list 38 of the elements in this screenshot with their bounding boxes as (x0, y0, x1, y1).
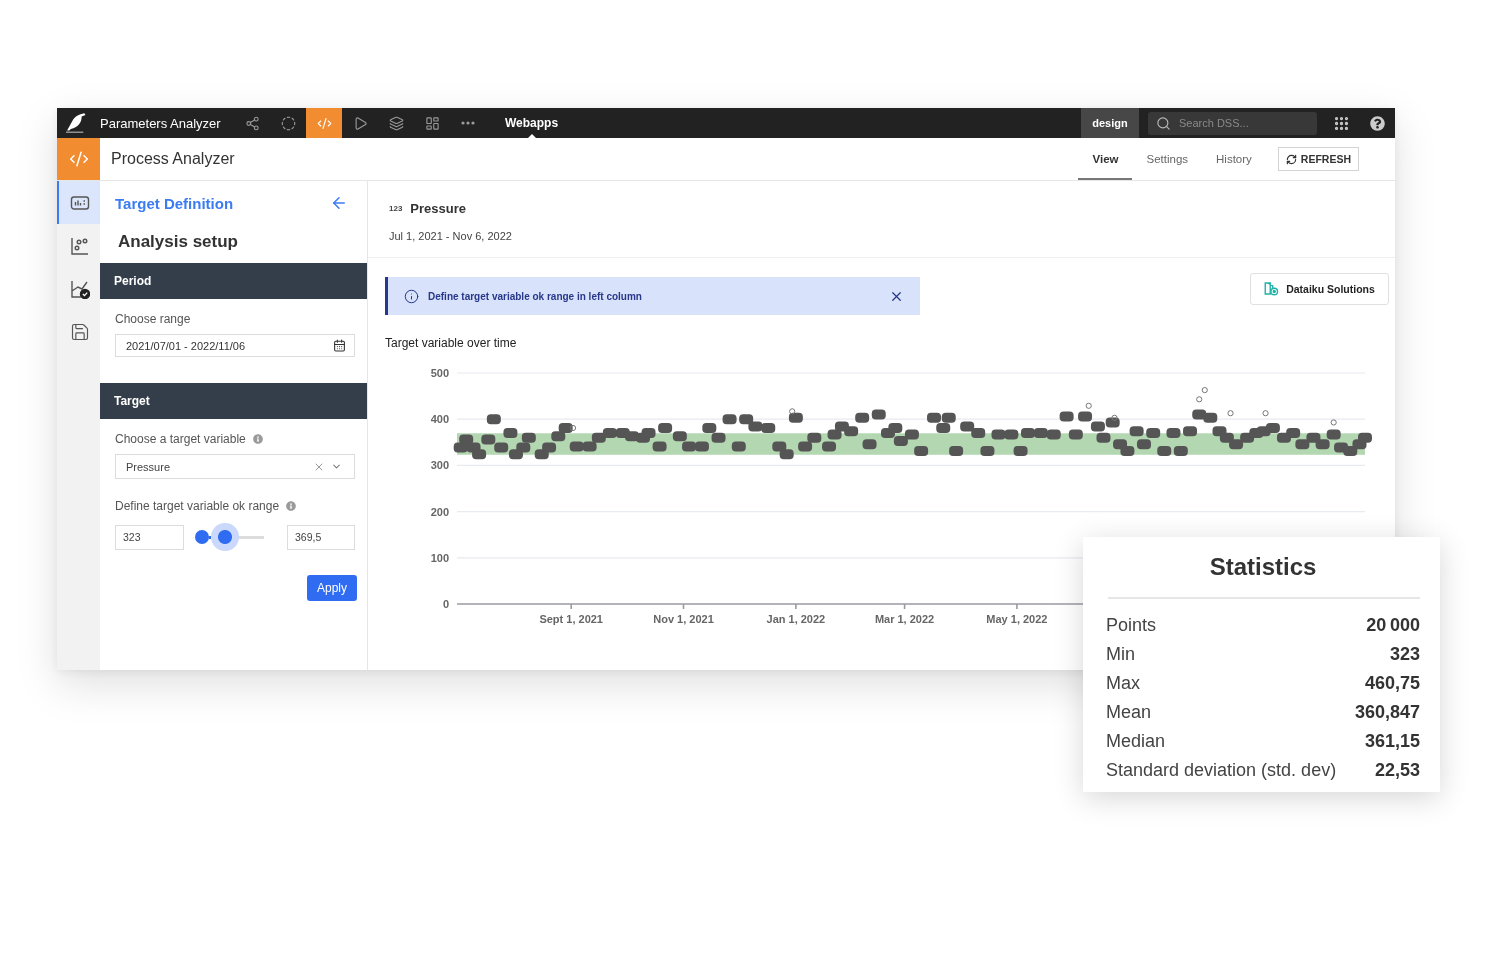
x-tick-label: Sept 1, 2021 (539, 613, 603, 625)
date-range-text: Jul 1, 2021 - Nov 6, 2022 (389, 230, 512, 242)
y-tick-label: 500 (430, 367, 449, 379)
stat-label: Mean (1106, 702, 1152, 723)
stat-value: 360,847 (1354, 702, 1420, 723)
y-tick-label: 400 (430, 413, 449, 426)
x-tick-label: May 1, 2022 (986, 613, 1048, 625)
y-tick-label: 0 (442, 598, 449, 610)
x-tick-label: Nov 1, 2021 (653, 613, 714, 625)
field-label: Define target variable ok range (115, 499, 280, 513)
panel-subtitle: Analysis setup (118, 232, 238, 252)
stat-value: 460,75 (1364, 673, 1420, 694)
variable-name: Pressure (410, 200, 466, 216)
stat-label: Median (1106, 731, 1166, 752)
stat-value: 20 000 (1366, 615, 1420, 636)
statistics-title: Statistics (1209, 552, 1317, 582)
webapp-title: Process Analyzer (111, 150, 235, 168)
stat-value: 323 (1389, 644, 1420, 665)
section-header: Target (100, 383, 367, 419)
section-header: Period (100, 263, 367, 299)
y-tick-label: 100 (430, 551, 449, 564)
stat-label: Standard deviation (std. dev) (1106, 760, 1337, 781)
stat-label: Max (1106, 673, 1140, 694)
stat-label: Points (1106, 615, 1157, 636)
x-tick-label: Jan 1, 2022 (766, 613, 826, 625)
numeric-type-label: 123 (389, 203, 403, 213)
panel-title: Target Definition (115, 194, 234, 212)
chart-title: Target variable over time (385, 336, 517, 350)
stat-value: 361,15 (1364, 731, 1420, 752)
field-label: Choose a target variable (115, 432, 246, 446)
mode-label: design (1081, 108, 1139, 138)
field-label: Choose range (115, 312, 191, 326)
y-tick-label: 200 (430, 505, 449, 518)
x-tick-label: Mar 1, 2022 (874, 613, 935, 625)
y-tick-label: 300 (430, 459, 449, 472)
stat-value: 22,53 (1374, 760, 1420, 781)
stat-label: Min (1106, 644, 1135, 665)
banner-text: Define target variable ok range in left column (428, 290, 642, 302)
